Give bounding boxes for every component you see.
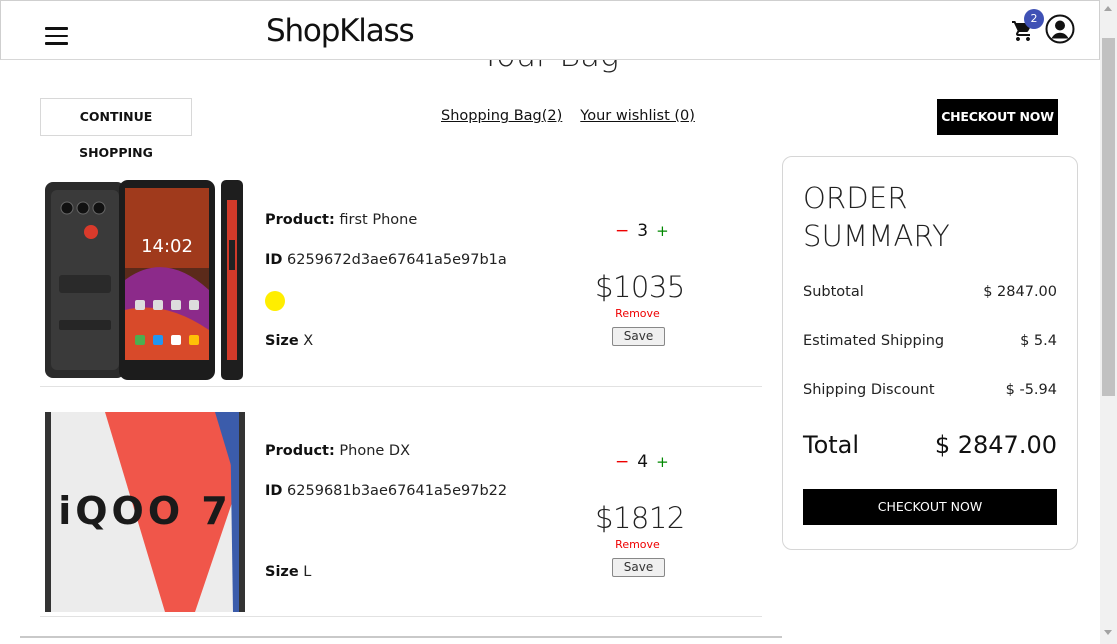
remove-item-link[interactable]: Remove xyxy=(610,538,665,551)
id-label: ID xyxy=(265,252,283,268)
continue-shopping-button[interactable]: CONTINUE SHOPPING xyxy=(40,98,192,160)
save-item-button[interactable]: Save xyxy=(612,327,665,346)
shipping-row: Estimated Shipping $ 5.4 xyxy=(803,333,1057,349)
navbar: ShopKlass 2 xyxy=(0,0,1100,60)
product-name-row: Product: first Phone xyxy=(265,212,417,228)
product-name: Phone DX xyxy=(339,443,411,459)
remove-item-link[interactable]: Remove xyxy=(610,307,665,320)
quantity-value: 4 xyxy=(637,452,649,472)
increase-quantity-button[interactable]: + xyxy=(656,222,669,240)
increase-quantity-button[interactable]: + xyxy=(656,453,669,471)
color-swatch xyxy=(265,291,285,311)
shipping-value: $ 5.4 xyxy=(1020,333,1057,349)
save-item-button[interactable]: Save xyxy=(612,558,665,577)
product-name-row: Product: Phone DX xyxy=(265,443,410,459)
product-id-row: ID 6259672d3ae67641a5e97b1a xyxy=(265,252,507,268)
bag-links: Shopping Bag(2) Your wishlist (0) xyxy=(441,108,713,124)
quantity-value: 3 xyxy=(637,221,649,241)
cart-count-badge: 2 xyxy=(1024,9,1044,29)
subtotal-row: Subtotal $ 2847.00 xyxy=(803,284,1057,300)
discount-row: Shipping Discount $ -5.94 xyxy=(803,382,1057,398)
wishlist-link[interactable]: Your wishlist (0) xyxy=(580,108,695,124)
svg-text:14:02: 14:02 xyxy=(141,236,193,257)
quantity-stepper: −3 + xyxy=(615,221,685,241)
size-label: Size xyxy=(265,564,299,580)
cart-item: 14:02 Product: first Phone ID 6259672d3a… xyxy=(40,162,762,387)
summary-title-line1: ORDER xyxy=(803,181,908,215)
product-name: first Phone xyxy=(339,212,418,228)
id-label: ID xyxy=(265,483,283,499)
discount-value: $ -5.94 xyxy=(1005,382,1057,398)
user-account-icon[interactable] xyxy=(1045,14,1075,44)
scrollbar-thumb[interactable] xyxy=(1102,38,1115,396)
product-id: 6259672d3ae67641a5e97b1a xyxy=(287,252,507,268)
product-image-phone-iqoo: iQOO 7 xyxy=(45,412,245,612)
subtotal-label: Subtotal xyxy=(803,284,864,300)
cart-item: iQOO 7 Product: Phone DX ID 6259681b3ae6… xyxy=(40,392,762,617)
hamburger-menu-icon[interactable] xyxy=(45,27,69,45)
vertical-scrollbar[interactable] xyxy=(1100,0,1117,644)
shipping-label: Estimated Shipping xyxy=(803,333,945,349)
product-size-row: Size L xyxy=(265,564,311,580)
brand-logo[interactable]: ShopKlass xyxy=(266,13,415,49)
product-image-text: iQOO 7 xyxy=(58,489,232,533)
checkout-now-button[interactable]: CHECKOUT NOW xyxy=(803,489,1057,525)
product-size: L xyxy=(303,564,312,580)
product-size-row: Size X xyxy=(265,333,313,349)
item-price: $1812 xyxy=(595,501,685,535)
product-image-phone-rugged: 14:02 xyxy=(45,180,243,380)
total-label: Total xyxy=(803,431,860,459)
product-id-row: ID 6259681b3ae67641a5e97b22 xyxy=(265,483,507,499)
total-row: Total $ 2847.00 xyxy=(803,431,1057,459)
product-id: 6259681b3ae67641a5e97b22 xyxy=(287,483,508,499)
divider xyxy=(20,636,782,638)
discount-label: Shipping Discount xyxy=(803,382,935,398)
shopping-bag-link[interactable]: Shopping Bag(2) xyxy=(441,108,562,124)
subtotal-value: $ 2847.00 xyxy=(983,284,1057,300)
total-value: $ 2847.00 xyxy=(934,431,1057,459)
item-price: $1035 xyxy=(595,270,685,304)
scroll-down-arrow-icon[interactable] xyxy=(1104,630,1112,635)
order-summary-panel: ORDER SUMMARY Subtotal $ 2847.00 Estimat… xyxy=(782,156,1078,550)
scroll-up-arrow-icon[interactable] xyxy=(1104,6,1112,11)
product-label: Product: xyxy=(265,443,335,459)
decrease-quantity-button[interactable]: − xyxy=(615,452,629,472)
product-size: X xyxy=(303,333,314,349)
order-summary-title: ORDER SUMMARY xyxy=(803,179,950,255)
summary-title-line2: SUMMARY xyxy=(803,219,950,253)
decrease-quantity-button[interactable]: − xyxy=(615,221,629,241)
product-label: Product: xyxy=(265,212,335,228)
checkout-now-top-button[interactable]: CHECKOUT NOW xyxy=(937,99,1058,135)
size-label: Size xyxy=(265,333,299,349)
quantity-stepper: −4 + xyxy=(615,452,685,472)
